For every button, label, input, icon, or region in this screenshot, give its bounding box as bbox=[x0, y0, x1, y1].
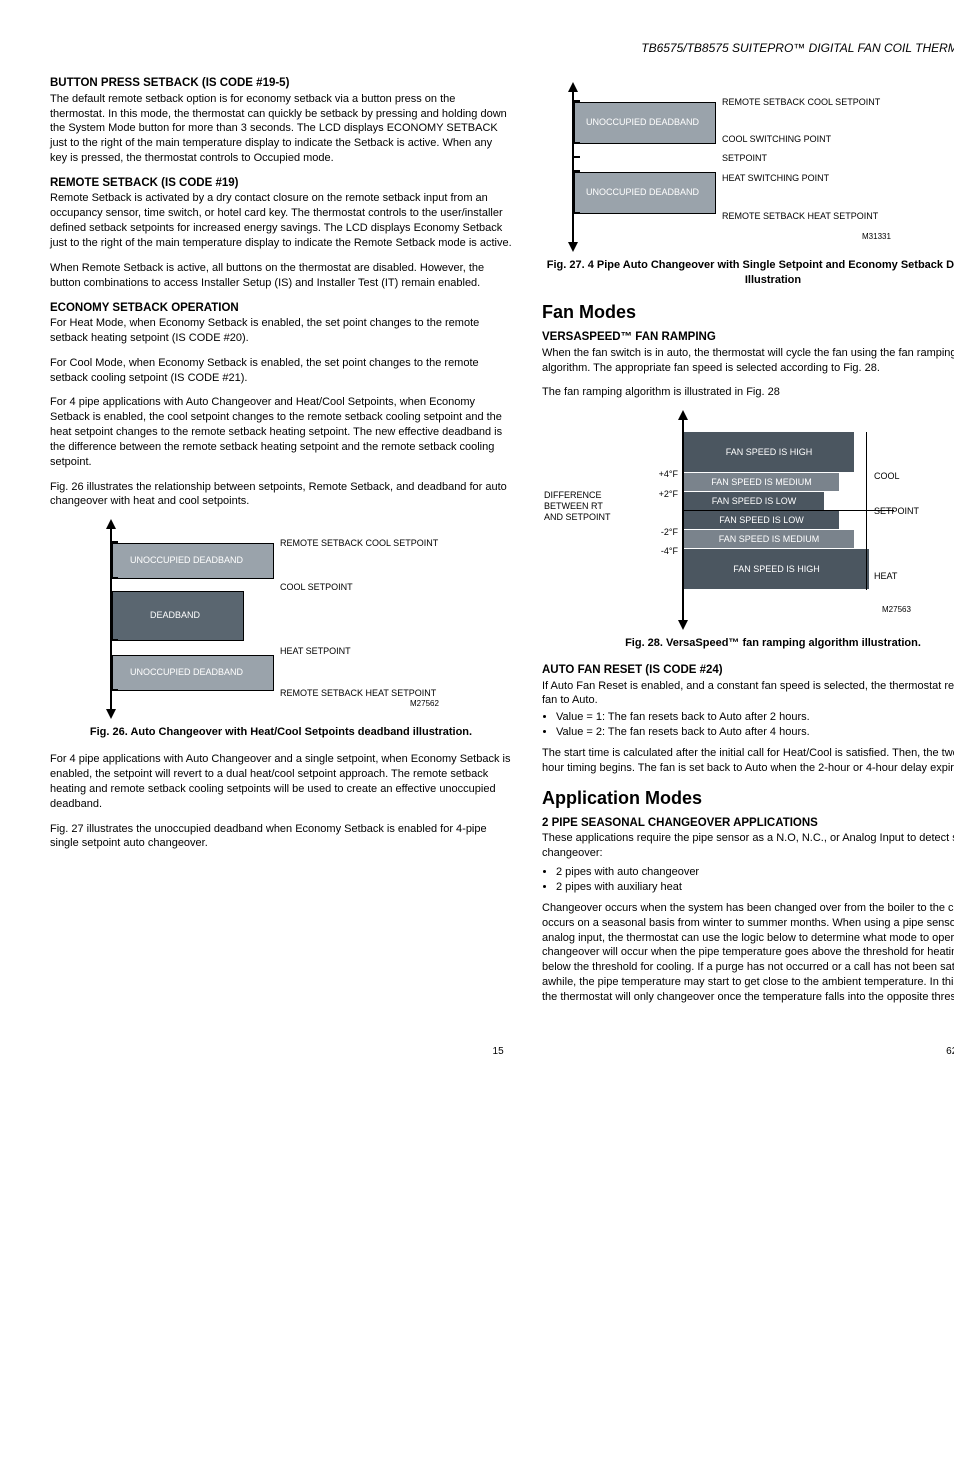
para: For 4 pipe applications with Auto Change… bbox=[50, 395, 512, 469]
label: SETPOINT bbox=[722, 152, 767, 164]
diagram-code: M31331 bbox=[862, 232, 891, 243]
figure-28-caption: Fig. 28. VersaSpeed™ fan ramping algorit… bbox=[542, 636, 954, 651]
para: Changeover occurs when the system has be… bbox=[542, 901, 954, 1005]
figure-27: REMOTE SETBACK COOL SETPOINT UNOCCUPIED … bbox=[542, 82, 954, 252]
tick bbox=[574, 142, 580, 144]
heading-2-pipe-seasonal: 2 PIPE SEASONAL CHANGEOVER APPLICATIONS bbox=[542, 816, 954, 832]
label: UNOCCUPIED DEADBAND bbox=[130, 666, 243, 678]
label: HEAT SWITCHING POINT bbox=[722, 172, 829, 184]
heading-remote-setback: REMOTE SETBACK (IS CODE #19) bbox=[50, 176, 512, 192]
figure-26: REMOTE SETBACK COOL SETPOINT UNOCCUPIED … bbox=[50, 519, 512, 719]
para: These applications require the pipe sens… bbox=[542, 831, 954, 861]
heading-fan-modes: Fan Modes bbox=[542, 300, 954, 324]
para: When the fan switch is in auto, the ther… bbox=[542, 346, 954, 376]
arrow-up-icon bbox=[106, 519, 116, 529]
label: REMOTE SETBACK HEAT SETPOINT bbox=[722, 210, 878, 222]
right-column: REMOTE SETBACK COOL SETPOINT UNOCCUPIED … bbox=[542, 76, 954, 1015]
temp-label: +4°F bbox=[652, 468, 678, 480]
arrow-down-icon bbox=[568, 242, 578, 252]
band-cool-high: FAN SPEED IS HIGH bbox=[684, 432, 854, 472]
label: UNOCCUPIED DEADBAND bbox=[586, 116, 699, 128]
band-heat-low: FAN SPEED IS LOW bbox=[684, 511, 839, 529]
page-footer: 15 62-0278—07 bbox=[50, 1045, 954, 1059]
label: DEADBAND bbox=[150, 609, 200, 621]
diagram-code: M27563 bbox=[882, 605, 911, 616]
arrow-up-icon bbox=[568, 82, 578, 92]
label-setpoint: SETPOINT bbox=[874, 505, 919, 517]
heading-auto-fan-reset: AUTO FAN RESET (IS CODE #24) bbox=[542, 663, 954, 679]
left-column: BUTTON PRESS SETBACK (IS CODE #19-5) The… bbox=[50, 76, 512, 1015]
label-cool: COOL bbox=[874, 470, 900, 482]
doc-number: 62-0278—07 bbox=[946, 1045, 954, 1059]
bullet-list: Value = 1: The fan resets back to Auto a… bbox=[556, 710, 954, 740]
arrow-down-icon bbox=[106, 709, 116, 719]
label-heat: HEAT bbox=[874, 570, 897, 582]
band-cool-low: FAN SPEED IS LOW bbox=[684, 492, 824, 510]
bullet-list: 2 pipes with auto changeover 2 pipes wit… bbox=[556, 865, 954, 895]
para: Remote Setback is activated by a dry con… bbox=[50, 191, 512, 250]
list-item: 2 pipes with auto changeover bbox=[556, 865, 954, 880]
arrow-down-icon bbox=[678, 620, 688, 630]
heading-economy-setback-operation: ECONOMY SETBACK OPERATION bbox=[50, 301, 512, 317]
arrow-up-icon bbox=[678, 410, 688, 420]
temp-label: -2°F bbox=[652, 526, 678, 538]
right-divider bbox=[866, 432, 867, 590]
para: If Auto Fan Reset is enabled, and a cons… bbox=[542, 679, 954, 709]
para: The fan ramping algorithm is illustrated… bbox=[542, 385, 954, 400]
label: HEAT SETPOINT bbox=[280, 645, 351, 657]
tick bbox=[112, 639, 118, 641]
tick bbox=[574, 156, 580, 158]
para: For 4 pipe applications with Auto Change… bbox=[50, 752, 512, 811]
label: REMOTE SETBACK COOL SETPOINT bbox=[280, 537, 438, 549]
label: COOL SETPOINT bbox=[280, 581, 353, 593]
list-item: Value = 1: The fan resets back to Auto a… bbox=[556, 710, 954, 725]
temp-label: -4°F bbox=[652, 545, 678, 557]
label: REMOTE SETBACK COOL SETPOINT bbox=[722, 96, 880, 108]
diagram-code: M27562 bbox=[410, 699, 439, 710]
label: UNOCCUPIED DEADBAND bbox=[586, 186, 699, 198]
para: For Heat Mode, when Economy Setback is e… bbox=[50, 316, 512, 346]
figure-28: DIFFERENCE BETWEEN RT AND SETPOINT FAN S… bbox=[542, 410, 954, 630]
heading-versaspeed: VERSASPEED™ FAN RAMPING bbox=[542, 330, 954, 346]
label: COOL SWITCHING POINT bbox=[722, 133, 831, 145]
tick bbox=[112, 577, 118, 579]
para: The default remote setback option is for… bbox=[50, 92, 512, 166]
band-heat-med: FAN SPEED IS MEDIUM bbox=[684, 530, 854, 548]
page-header: TB6575/TB8575 SUITEPRO™ DIGITAL FAN COIL… bbox=[50, 40, 954, 56]
side-label: DIFFERENCE BETWEEN RT AND SETPOINT bbox=[544, 490, 620, 522]
list-item: 2 pipes with auxiliary heat bbox=[556, 880, 954, 895]
figure-27-caption: Fig. 27. 4 Pipe Auto Changeover with Sin… bbox=[542, 258, 954, 288]
tick bbox=[574, 212, 580, 214]
heading-application-modes: Application Modes bbox=[542, 786, 954, 810]
label: REMOTE SETBACK HEAT SETPOINT bbox=[280, 687, 436, 699]
heading-button-press-setback: BUTTON PRESS SETBACK (IS CODE #19-5) bbox=[50, 76, 512, 92]
figure-26-caption: Fig. 26. Auto Changeover with Heat/Cool … bbox=[50, 725, 512, 740]
band-cool-med: FAN SPEED IS MEDIUM bbox=[684, 473, 839, 491]
band-heat-high: FAN SPEED IS HIGH bbox=[684, 549, 869, 589]
para: Fig. 26 illustrates the relationship bet… bbox=[50, 480, 512, 510]
para: Fig. 27 illustrates the unoccupied deadb… bbox=[50, 822, 512, 852]
para: The start time is calculated after the i… bbox=[542, 746, 954, 776]
page-number: 15 bbox=[50, 1045, 946, 1059]
para: When Remote Setback is active, all butto… bbox=[50, 261, 512, 291]
para: For Cool Mode, when Economy Setback is e… bbox=[50, 356, 512, 386]
temp-label: +2°F bbox=[652, 488, 678, 500]
tick bbox=[112, 689, 118, 691]
list-item: Value = 2: The fan resets back to Auto a… bbox=[556, 725, 954, 740]
setpoint-line bbox=[684, 510, 894, 511]
label: UNOCCUPIED DEADBAND bbox=[130, 554, 243, 566]
